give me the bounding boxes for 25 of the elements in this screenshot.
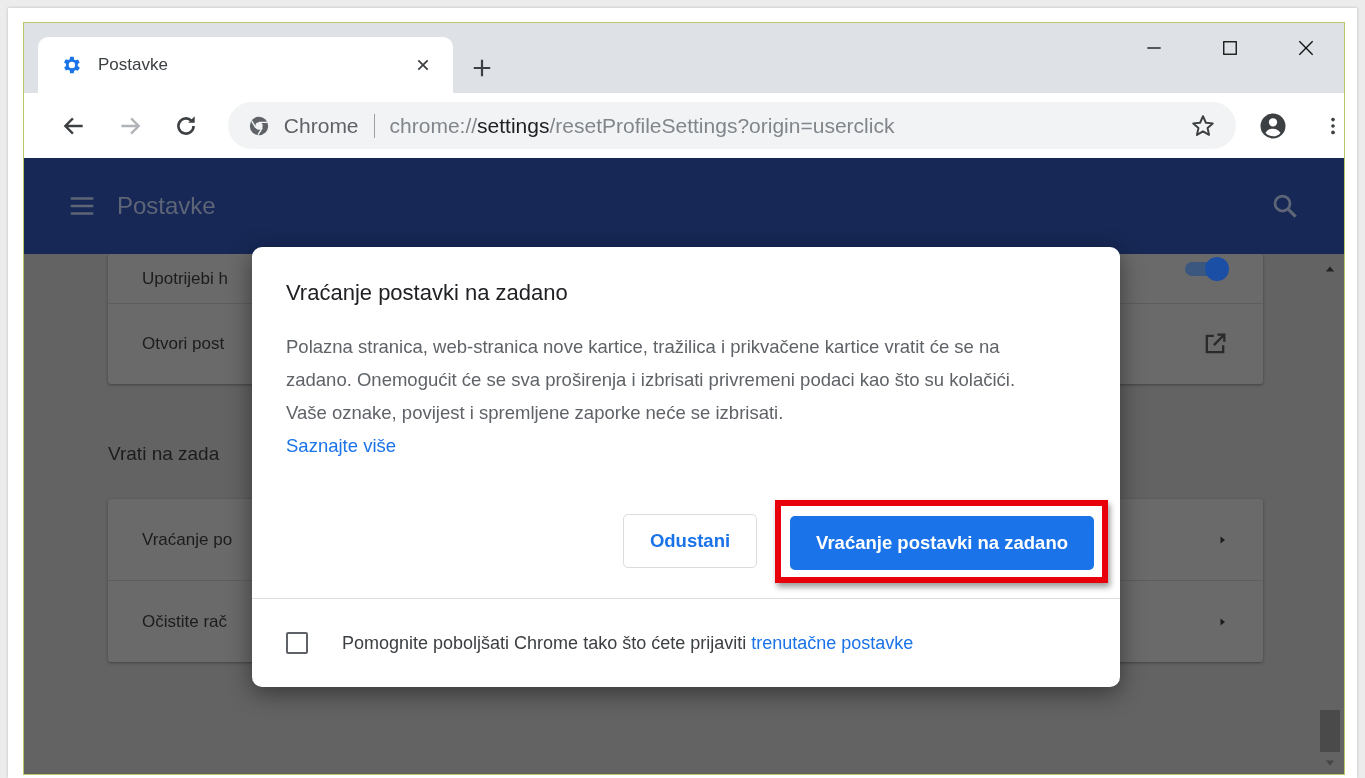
- report-settings-link[interactable]: trenutačne postavke: [751, 632, 914, 653]
- page-title: Postavke: [117, 192, 216, 220]
- dialog-title: Vraćanje postavki na zadano: [285, 279, 569, 306]
- reset-button[interactable]: Vraćanje postavki na zadano: [790, 515, 1094, 570]
- dialog-description: Polazna stranica, web-stranica nove kartice, tražilica i prikvačene kartice vratit će se na zadano. Onemogućit će se sva proširenja i izbrisati privremeni podaci kao što su kolačići. Vaše oznake, povijest i spremljene zaporke neće se izbrisati.: [286, 335, 1017, 425]
- close-icon[interactable]: [415, 57, 431, 73]
- scrollbar-thumb[interactable]: [1320, 710, 1340, 752]
- site-label: Chrome: [283, 113, 359, 138]
- setting-label: Vraćanje po: [142, 529, 233, 550]
- plus-icon[interactable]: [471, 57, 493, 79]
- checkbox[interactable]: [286, 632, 308, 654]
- star-icon[interactable]: [1190, 112, 1216, 139]
- setting-label: Upotrijebi h: [142, 268, 228, 289]
- learn-more-link[interactable]: Saznajte više: [286, 429, 397, 462]
- checkbox-label: Pomognite poboljšati Chrome tako što ćete prijaviti trenutačne postavke: [342, 632, 914, 654]
- browser-tab[interactable]: Postavke: [38, 37, 453, 93]
- url-text: chrome://settings/resetProfileSettings?origin=userclick: [389, 113, 895, 138]
- scroll-up-arrow-icon[interactable]: [1324, 264, 1336, 274]
- maximize-icon[interactable]: [1220, 38, 1240, 58]
- close-icon[interactable]: [1296, 38, 1316, 58]
- section-title: Vrati na zada: [108, 443, 220, 465]
- address-bar[interactable]: Chrome chrome://settings/resetProfileSettings?origin=userclick: [227, 102, 1236, 149]
- setting-label: Očistite rač: [142, 611, 228, 632]
- setting-label: Otvori post: [142, 334, 225, 354]
- cancel-button[interactable]: Odustani: [622, 514, 758, 568]
